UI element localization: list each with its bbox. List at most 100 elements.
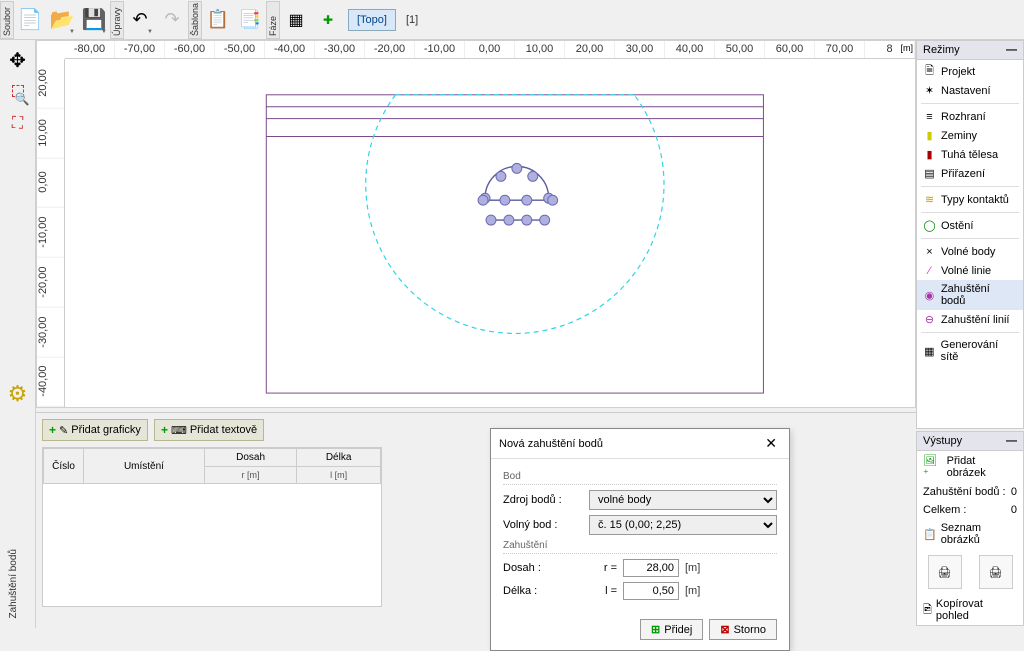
length-input[interactable] — [623, 582, 679, 600]
print-button-1[interactable] — [928, 555, 962, 589]
drawing-viewport[interactable] — [65, 59, 915, 407]
main-toolbar: Soubor ▼ ▼ Úpravy ▼ Šablona Fáze [Topo] … — [0, 0, 1024, 40]
right-sidebar: Režimy — 🗎Projekt ✶Nastavení ≡Rozhraní ▮Z… — [916, 40, 1024, 628]
gear-icon — [8, 381, 28, 407]
printer-icon — [938, 566, 952, 579]
line-dens-icon: ⊖ — [923, 313, 936, 326]
reach-input[interactable] — [623, 559, 679, 577]
redo-icon — [164, 9, 179, 30]
undo-icon — [132, 9, 147, 30]
col-length: Délka — [297, 449, 381, 467]
mode-point-densification[interactable]: ◉Zahuštění bodů — [917, 280, 1023, 310]
add-image-icon: 🖼⁺ — [923, 454, 943, 480]
copy-view-button[interactable]: 🖻Kopírovat pohled — [917, 595, 1023, 625]
dialog-title: Nová zahuštění bodů — [499, 438, 603, 450]
edit-menu-label[interactable]: Úpravy — [110, 1, 124, 39]
mode-project[interactable]: 🗎Projekt — [917, 62, 1023, 81]
mode-mesh-generation[interactable]: ▦Generování sítě — [917, 336, 1023, 366]
drawing-svg — [65, 59, 915, 407]
canvas-area: -80,00-70,00-60,00-50,00-40,00-30,00-20,… — [36, 40, 916, 408]
modes-minimize[interactable]: — — [1006, 44, 1017, 56]
free-point-select[interactable]: č. 15 (0,00; 2,25) — [589, 515, 777, 535]
free-lines-icon: ∕ — [923, 264, 936, 277]
template-icon — [207, 9, 229, 30]
add-phase-button[interactable] — [312, 2, 344, 38]
pan-tool[interactable] — [4, 46, 32, 74]
out-row2-value: 0 — [1011, 504, 1017, 516]
col-reach: Dosah — [204, 449, 296, 467]
dialog-cancel-button[interactable]: ⊠Storno — [709, 619, 777, 640]
topo-tab[interactable]: [Topo] — [348, 9, 396, 31]
save-file-button[interactable]: ▼ — [78, 2, 110, 38]
mode-free-lines[interactable]: ∕Volné linie — [917, 261, 1023, 280]
outputs-title: Výstupy — [923, 435, 962, 447]
printer-icon — [989, 566, 1003, 579]
source-select[interactable]: volné body — [589, 490, 777, 510]
file-menu-label[interactable]: Soubor — [0, 1, 14, 39]
col-location: Umístění — [84, 449, 205, 484]
modes-panel: Režimy — 🗎Projekt ✶Nastavení ≡Rozhraní ▮Z… — [916, 40, 1024, 429]
mode-free-points[interactable]: ×Volné body — [917, 242, 1023, 261]
zoom-region-tool[interactable]: 🔍 — [4, 78, 32, 106]
new-file-button[interactable] — [14, 2, 46, 38]
pencil-icon: ✎ — [59, 424, 68, 437]
col-reach-unit: r [m] — [204, 467, 296, 484]
phase-grid-icon — [288, 10, 303, 30]
add-graphically-button[interactable]: +✎Přidat graficky — [42, 419, 148, 441]
phase-grid-button[interactable] — [280, 2, 312, 38]
new-densification-dialog: Nová zahuštění bodů ✕ Bod Zdroj bodů : v… — [490, 428, 790, 651]
reach-unit: [m] — [685, 562, 709, 574]
reach-symbol: r = — [589, 562, 617, 574]
ruler-horizontal: -80,00-70,00-60,00-50,00-40,00-30,00-20,… — [65, 41, 915, 59]
outputs-panel: Výstupy— 🖼⁺Přidat obrázek Zahuštění bodů… — [916, 431, 1024, 626]
print-button-2[interactable] — [979, 555, 1013, 589]
undo-button[interactable]: ▼ — [124, 2, 156, 38]
mode-contacts[interactable]: ≋Typy kontaktů — [917, 190, 1023, 209]
ruler-vertical: 20,0010,000,00-10,00-20,00-30,00-40,00 — [37, 59, 65, 407]
points-table[interactable]: Číslo Umístění Dosah Délka r [m] l [m] — [42, 447, 382, 607]
out-row2-label: Celkem : — [923, 504, 966, 516]
dialog-add-button[interactable]: ⊞Přidej — [640, 619, 703, 640]
lining-icon: ◯ — [923, 219, 936, 232]
mode-lining[interactable]: ◯Ostění — [917, 216, 1023, 235]
phase-indicator[interactable]: [1] — [406, 14, 418, 26]
copy-button[interactable] — [234, 2, 266, 38]
reach-label: Dosah : — [503, 562, 583, 574]
outputs-minimize[interactable]: — — [1006, 435, 1017, 447]
fit-view-tool[interactable] — [4, 110, 32, 138]
group-point-label: Bod — [503, 471, 777, 485]
open-file-button[interactable]: ▼ — [46, 2, 78, 38]
length-label: Délka : — [503, 585, 583, 597]
left-toolbar: 🔍 — [0, 40, 36, 628]
col-length-unit: l [m] — [297, 467, 381, 484]
redo-button[interactable] — [156, 2, 188, 38]
keyboard-icon: ⌨ — [171, 424, 187, 437]
template-button[interactable] — [202, 2, 234, 38]
add-phase-icon — [323, 13, 333, 27]
move-icon — [9, 48, 26, 73]
free-points-icon: × — [923, 245, 936, 258]
dialog-close-button[interactable]: ✕ — [761, 435, 781, 452]
copy-icon — [239, 9, 261, 30]
modes-title: Režimy — [923, 44, 960, 56]
source-label: Zdroj bodů : — [503, 494, 583, 506]
mode-line-densification[interactable]: ⊖Zahuštění linií — [917, 310, 1023, 329]
copy-view-icon: 🖻 — [923, 601, 932, 620]
add-image-button[interactable]: 🖼⁺Přidat obrázek — [917, 451, 1023, 483]
add-textually-button[interactable]: +⌨Přidat textově — [154, 419, 264, 441]
point-dens-icon: ◉ — [923, 289, 936, 302]
phase-menu-label[interactable]: Fáze — [266, 1, 280, 39]
mode-interface[interactable]: ≡Rozhraní — [917, 107, 1023, 126]
plus-box-icon: ⊞ — [651, 623, 660, 636]
mode-soils[interactable]: ▮Zeminy — [917, 126, 1023, 145]
template-menu-label[interactable]: Šablona — [188, 1, 202, 39]
settings-gear[interactable] — [4, 380, 32, 408]
mode-assign[interactable]: ▤Přiřazení — [917, 164, 1023, 183]
mode-rigid[interactable]: ▮Tuhá tělesa — [917, 145, 1023, 164]
new-file-icon — [18, 7, 43, 32]
group-densification-label: Zahuštění — [503, 540, 777, 554]
image-list-button[interactable]: 📋Seznam obrázků — [917, 519, 1023, 549]
mode-settings[interactable]: ✶Nastavení — [917, 81, 1023, 100]
contacts-icon: ≋ — [923, 193, 936, 206]
col-number: Číslo — [44, 449, 84, 484]
